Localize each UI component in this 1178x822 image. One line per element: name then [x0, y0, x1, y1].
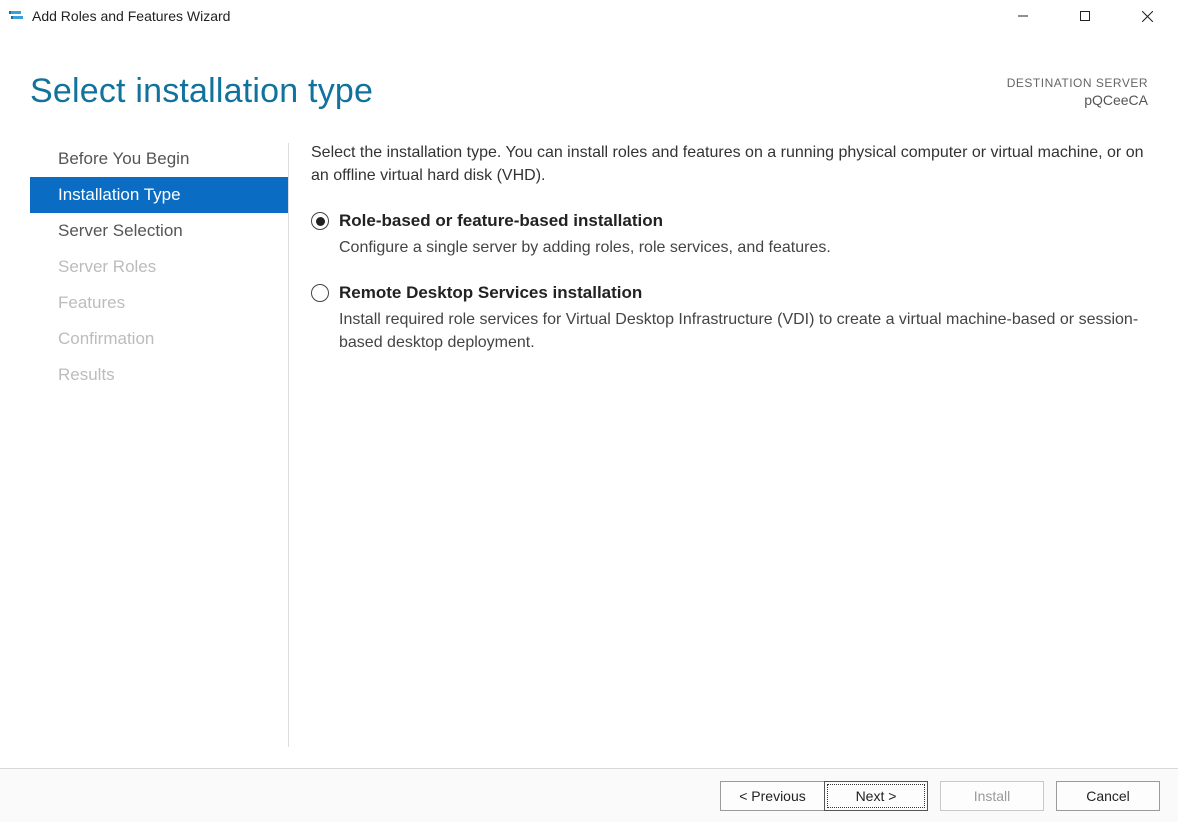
minimize-button[interactable]: [992, 0, 1054, 32]
window-title: Add Roles and Features Wizard: [32, 8, 230, 24]
titlebar: Add Roles and Features Wizard: [0, 0, 1178, 32]
nav-before-you-begin[interactable]: Before You Begin: [30, 141, 288, 177]
install-button: Install: [940, 781, 1044, 811]
nav-confirmation: Confirmation: [30, 321, 288, 357]
option-body: Remote Desktop Services installation Ins…: [339, 281, 1148, 354]
content-pane: Select the installation type. You can in…: [311, 131, 1148, 755]
next-button[interactable]: Next >: [824, 781, 928, 811]
close-button[interactable]: [1116, 0, 1178, 32]
option-desc: Configure a single server by adding role…: [339, 236, 1148, 259]
window-controls: [992, 0, 1178, 32]
option-body: Role-based or feature-based installation…: [339, 209, 1148, 259]
option-title: Remote Desktop Services installation: [339, 281, 1148, 306]
destination-label: DESTINATION SERVER: [1007, 76, 1148, 90]
previous-button[interactable]: < Previous: [720, 781, 824, 811]
nav-button-group: < Previous Next >: [720, 781, 928, 811]
sidebar: Before You Begin Installation Type Serve…: [30, 131, 288, 755]
page-title: Select installation type: [30, 72, 1007, 111]
nav-server-selection[interactable]: Server Selection: [30, 213, 288, 249]
option-remote-desktop[interactable]: Remote Desktop Services installation Ins…: [311, 281, 1148, 354]
option-title: Role-based or feature-based installation: [339, 209, 1148, 234]
vertical-divider: [288, 143, 289, 747]
radio-role-based[interactable]: [311, 212, 329, 230]
destination-name: pQCeeCA: [1007, 92, 1148, 108]
cancel-button[interactable]: Cancel: [1056, 781, 1160, 811]
option-desc: Install required role services for Virtu…: [339, 308, 1148, 354]
destination-server-box: DESTINATION SERVER pQCeeCA: [1007, 72, 1148, 108]
header: Select installation type DESTINATION SER…: [0, 32, 1178, 121]
maximize-button[interactable]: [1054, 0, 1116, 32]
intro-text: Select the installation type. You can in…: [311, 141, 1148, 187]
nav-results: Results: [30, 357, 288, 393]
nav-features: Features: [30, 285, 288, 321]
nav-installation-type[interactable]: Installation Type: [30, 177, 288, 213]
radio-remote-desktop[interactable]: [311, 284, 329, 302]
body: Before You Begin Installation Type Serve…: [0, 131, 1178, 755]
footer: < Previous Next > Install Cancel: [0, 768, 1178, 822]
option-role-based[interactable]: Role-based or feature-based installation…: [311, 209, 1148, 259]
server-manager-icon: [8, 8, 24, 24]
nav-server-roles: Server Roles: [30, 249, 288, 285]
